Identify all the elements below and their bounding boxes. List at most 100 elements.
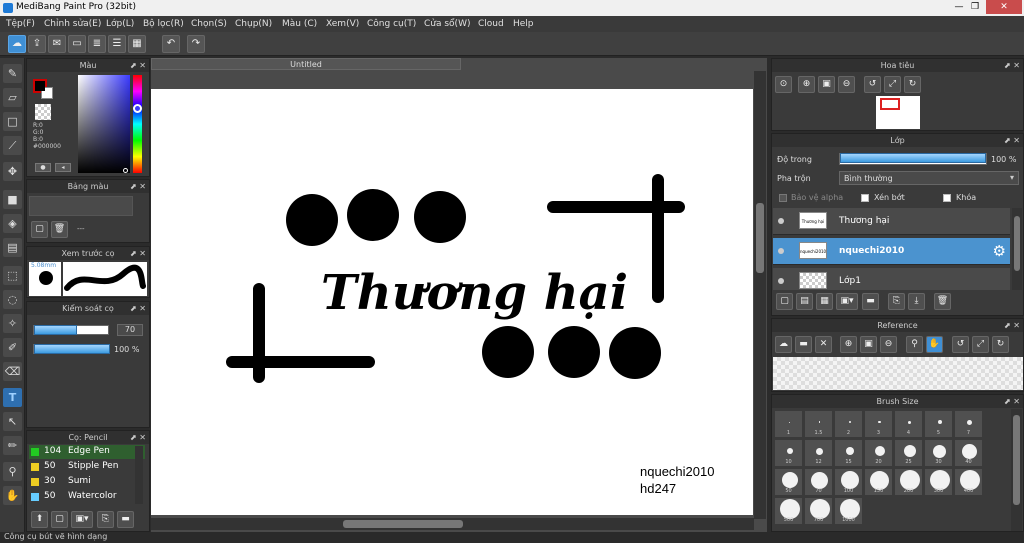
brush-size-slider[interactable] (33, 325, 109, 335)
brush-size-cell[interactable]: 30 (924, 439, 953, 467)
reference-zoom-out-icon[interactable]: ⊖ (880, 336, 897, 353)
palette-new-icon[interactable]: ▢ (31, 221, 48, 238)
canvas-horizontal-scrollbar[interactable] (151, 518, 754, 530)
brush-size-cell[interactable]: 1.5 (804, 410, 833, 438)
layer-row[interactable]: Thương hại Thương hại (773, 208, 1010, 235)
new-raster-layer-icon[interactable]: ▤ (796, 293, 813, 310)
rotate-left-icon[interactable]: ↺ (864, 76, 881, 93)
select-rect-icon[interactable]: ⬚ (3, 266, 22, 285)
maximize-button[interactable]: ❒ (962, 0, 988, 14)
layer-opacity-slider[interactable] (839, 153, 987, 165)
redo-button[interactable]: ↷ (187, 35, 205, 53)
brush-size-cell[interactable]: 7 (954, 410, 983, 438)
layer-visibility-icon[interactable] (778, 218, 784, 224)
menu-layer[interactable]: Lớp(L) (106, 19, 134, 29)
transparent-swatch[interactable] (35, 104, 51, 120)
brush-size-thumb[interactable] (1013, 415, 1020, 505)
clipping-checkbox[interactable] (861, 194, 869, 202)
zoom-out-icon[interactable]: ⊖ (838, 76, 855, 93)
brush-size-cell[interactable]: 50 (774, 468, 803, 496)
palette-swatches[interactable] (29, 196, 133, 216)
brush-size-cell[interactable]: 4 (894, 410, 923, 438)
brush-size-cell[interactable]: 40 (954, 439, 983, 467)
upload-icon[interactable]: ⇪ (28, 35, 46, 53)
list-icon[interactable]: ☰ (108, 35, 126, 53)
brush-size-cell[interactable]: 12 (804, 439, 833, 467)
menu-cloud[interactable]: Cloud (478, 19, 504, 29)
blend-mode-select[interactable]: Bình thường ▾ (839, 171, 1019, 185)
reference-close-icon[interactable]: ✕ (815, 336, 832, 353)
reference-image-area[interactable] (773, 357, 1023, 390)
brush-size-cell[interactable]: 3 (864, 410, 893, 438)
brush-size-cell[interactable]: 500 (774, 497, 803, 525)
brush-opacity-slider[interactable] (33, 344, 110, 354)
cloud-icon[interactable]: ☁ (8, 35, 26, 53)
navigator-thumbnail[interactable] (876, 96, 920, 129)
fit-screen-icon[interactable]: ⤢ (884, 76, 901, 93)
rotate-right-icon[interactable]: ↻ (904, 76, 921, 93)
move-tool-icon[interactable]: ✥ (3, 162, 22, 181)
line-tool-icon[interactable]: ⟋ (3, 136, 22, 155)
reference-rotate-left-icon[interactable]: ↺ (952, 336, 969, 353)
hand-tool-icon[interactable]: ✋ (3, 486, 22, 505)
brush-size-scrollbar[interactable] (1011, 409, 1022, 531)
eyedropper-icon[interactable]: ⚲ (3, 462, 22, 481)
layer-row-selected[interactable]: nquechi2010 nquechi2010 ⚙ (773, 238, 1010, 265)
magic-wand-icon[interactable]: ✧ (3, 314, 22, 333)
reference-rotate-right-icon[interactable]: ↻ (992, 336, 1009, 353)
reference-zoom-fit-icon[interactable]: ▣ (860, 336, 877, 353)
menu-window[interactable]: Cửa sổ(W) (424, 19, 470, 29)
canvas-vertical-thumb[interactable] (756, 203, 764, 273)
canvas-vertical-scrollbar[interactable] (754, 71, 766, 519)
new-layer-icon[interactable]: ▢ (776, 293, 793, 310)
brush-add-icon[interactable]: ⬆ (31, 511, 48, 528)
layer-folder-icon[interactable]: ▬ (862, 293, 879, 310)
protect-alpha-checkbox[interactable] (779, 194, 787, 202)
brush-size-cell[interactable]: 10 (774, 439, 803, 467)
menu-snap[interactable]: Chụp(N) (235, 19, 272, 29)
shape-tool-icon[interactable]: □ (3, 112, 22, 131)
brush-size-cell[interactable]: 300 (924, 468, 953, 496)
lasso-icon[interactable]: ◌ (3, 290, 22, 309)
brush-size-cell[interactable]: 5 (924, 410, 953, 438)
brush-size-cell[interactable]: 1000 (834, 497, 863, 525)
brush-size-cell[interactable]: 200 (894, 468, 923, 496)
layer-type-menu-icon[interactable]: ▣▾ (836, 293, 858, 310)
menu-file[interactable]: Tệp(F) (6, 19, 35, 29)
canvas-horizontal-thumb[interactable] (343, 520, 463, 528)
menu-filter[interactable]: Bộ lọc(R) (143, 19, 184, 29)
duplicate-layer-icon[interactable]: ⎘ (888, 293, 905, 310)
brush-size-cell[interactable]: 70 (804, 468, 833, 496)
zoom-in-icon[interactable]: ⊕ (798, 76, 815, 93)
palette-delete-icon[interactable]: 🗑 (51, 221, 68, 238)
close-button[interactable]: ✕ (986, 0, 1022, 14)
bucket-tool-icon[interactable]: ◈ (3, 214, 22, 233)
menu-tools[interactable]: Công cụ(T) (367, 19, 416, 29)
reference-zoom-in-icon[interactable]: ⊕ (840, 336, 857, 353)
brush-size-cell[interactable]: 15 (834, 439, 863, 467)
text-tool-icon[interactable]: T (3, 388, 22, 407)
menu-color[interactable]: Màu (C) (282, 19, 317, 29)
brush-size-cell[interactable]: 400 (954, 468, 983, 496)
brush-list-scrollbar[interactable] (135, 446, 143, 504)
gradient-tool-icon[interactable]: ▤ (3, 238, 22, 257)
gear-icon[interactable]: ⚙ (993, 242, 1006, 260)
color-option-button[interactable]: ● (35, 163, 51, 172)
hue-slider-handle[interactable] (133, 104, 142, 113)
saturation-value-picker[interactable] (78, 75, 130, 173)
brush-copy-icon[interactable]: ⎘ (97, 511, 114, 528)
undo-button[interactable]: ↶ (162, 35, 180, 53)
brush-item[interactable]: 50 Watercolor (29, 490, 145, 504)
reference-open-icon[interactable]: ▬ (795, 336, 812, 353)
brush-item[interactable]: 30 Sumi (29, 475, 145, 489)
brush-size-cell[interactable]: 25 (894, 439, 923, 467)
divide-tool-icon[interactable]: ✏ (3, 436, 22, 455)
page-icon[interactable]: ▭ (68, 35, 86, 53)
brush-size-cell[interactable]: 1 (774, 410, 803, 438)
menu-view[interactable]: Xem(V) (326, 19, 359, 29)
brush-size-cell[interactable]: 100 (834, 468, 863, 496)
menu-help[interactable]: Help (513, 19, 534, 29)
reference-cloud-icon[interactable]: ☁ (775, 336, 792, 353)
document-icon[interactable]: ≣ (88, 35, 106, 53)
brush-size-value[interactable]: 70 (117, 324, 143, 336)
